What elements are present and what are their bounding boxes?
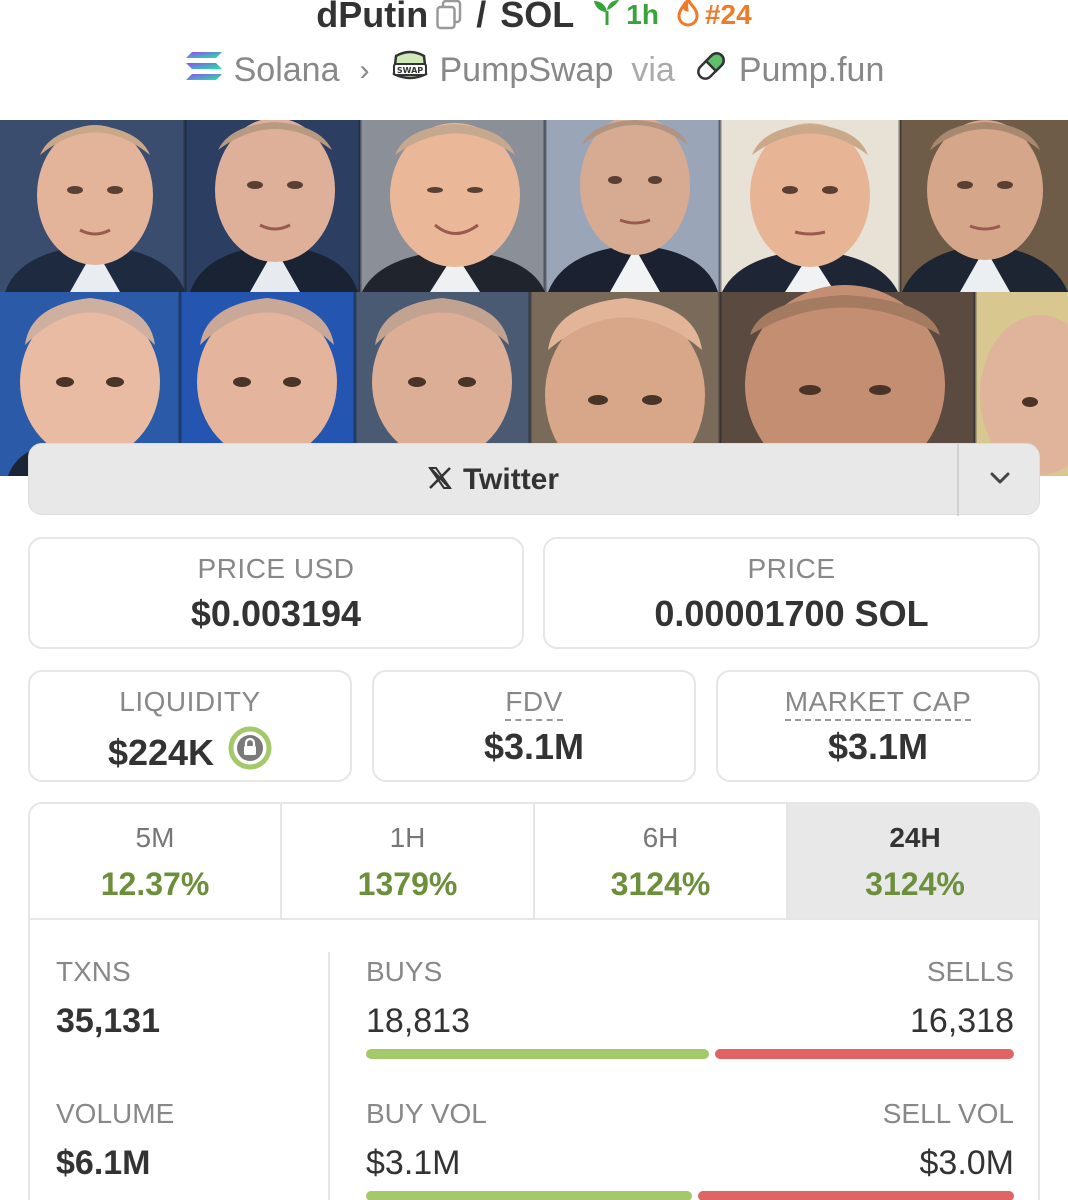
sells-value: 16,318	[910, 1002, 1014, 1040]
tab-24h[interactable]: 24H 3124%	[786, 804, 1038, 918]
price-native-label: PRICE	[747, 553, 836, 584]
copy-icon[interactable]	[436, 0, 462, 30]
market-cap-label: MARKET CAP	[784, 686, 972, 721]
twitter-button[interactable]: Twitter	[29, 444, 957, 516]
breadcrumb-dex[interactable]: PumpSwap	[440, 51, 614, 90]
tab-change: 3124%	[865, 866, 965, 902]
x-logo-icon	[427, 465, 453, 496]
tab-label: 6H	[642, 822, 679, 853]
fdv-label: FDV	[505, 686, 563, 721]
pair-title-row: dPutin / SOL 1h #24	[0, 0, 1068, 40]
buys-value: 18,813	[366, 1002, 470, 1040]
seedling-icon	[592, 0, 622, 33]
fire-icon	[675, 0, 701, 34]
divider	[328, 952, 330, 1200]
sells-label: SELLS	[926, 956, 1014, 987]
price-usd-label: PRICE USD	[197, 553, 355, 584]
chevron-right-icon: ›	[359, 53, 370, 87]
tab-change: 1379%	[357, 866, 458, 902]
pair-slash: /	[476, 0, 487, 35]
chevron-down-icon	[989, 471, 1011, 490]
pair-age-value: 1h	[626, 0, 659, 30]
sells-bar	[715, 1049, 1014, 1059]
portrait-collage	[0, 120, 1068, 476]
breadcrumb: Solana › SWAP PumpSwap via Pump.fun	[0, 48, 1068, 96]
txn-stats: TXNS 35,131 BUYS 18,813 SELLS 16,318 VOL…	[30, 922, 1038, 1200]
price-usd-card: PRICE USD $0.003194	[28, 537, 524, 649]
solana-icon	[184, 50, 224, 91]
tab-change: 12.37%	[100, 866, 210, 902]
txns-value: 35,131	[56, 1002, 160, 1040]
breadcrumb-via: via	[631, 51, 675, 89]
quote-symbol: SOL	[500, 0, 575, 35]
pill-icon	[693, 48, 729, 93]
trending-rank[interactable]: #24	[675, 0, 752, 34]
tab-1h[interactable]: 1H 1379%	[280, 804, 533, 918]
tab-change: 3124%	[610, 866, 711, 902]
liquidity-value-row: $224K	[30, 726, 350, 779]
more-socials-toggle[interactable]	[959, 444, 1041, 516]
timeframe-tabs: 5M 12.37% 1H 1379% 6H 3124% 24H 3124%	[30, 804, 1038, 920]
sell-vol-value: $3.0M	[919, 1144, 1015, 1182]
breadcrumb-launchpad[interactable]: Pump.fun	[739, 51, 885, 90]
tab-6h[interactable]: 6H 3124%	[533, 804, 786, 918]
price-usd-value: $0.003194	[190, 593, 362, 634]
token-name: dPutin	[316, 0, 429, 35]
market-cap-card[interactable]: MARKET CAP $3.1M	[716, 670, 1040, 782]
tab-label: 24H	[889, 822, 941, 853]
sell-vol-label: SELL VOL	[882, 1098, 1014, 1129]
market-cap-value: $3.1M	[827, 726, 929, 767]
liquidity-value: $224K	[107, 731, 215, 773]
tab-5m[interactable]: 5M 12.37%	[30, 804, 280, 918]
twitter-label: Twitter	[462, 463, 560, 496]
pair-stats-panel: 5M 12.37% 1H 1379% 6H 3124% 24H 3124% TX…	[28, 802, 1040, 1200]
lock-icon[interactable]	[228, 726, 272, 779]
liquidity-card: LIQUIDITY $224K	[28, 670, 352, 782]
pumpswap-icon: SWAP	[390, 48, 430, 93]
breadcrumb-chain[interactable]: Solana	[234, 51, 340, 90]
txns-label: TXNS	[56, 956, 131, 987]
price-native-value: 0.00001700 SOL	[654, 593, 929, 634]
buys-label: BUYS	[366, 956, 443, 987]
fdv-value: $3.1M	[483, 726, 585, 767]
buy-vol-value: $3.1M	[366, 1144, 461, 1182]
fdv-card[interactable]: FDV $3.1M	[372, 670, 696, 782]
tab-label: 5M	[135, 822, 175, 853]
sell-vol-bar	[698, 1191, 1014, 1200]
pair-age: 1h	[592, 0, 659, 33]
tab-label: 1H	[389, 822, 426, 853]
liquidity-label: LIQUIDITY	[119, 686, 261, 717]
buy-vol-bar	[366, 1191, 692, 1200]
volume-value: $6.1M	[56, 1144, 151, 1182]
volume-label: VOLUME	[56, 1098, 175, 1129]
buy-vol-label: BUY VOL	[366, 1098, 487, 1129]
buys-bar	[366, 1049, 709, 1059]
token-banner-image	[0, 120, 1068, 476]
trending-rank-value: #24	[704, 0, 752, 30]
social-link-group: Twitter	[28, 443, 1041, 516]
price-native-card: PRICE 0.00001700 SOL	[543, 537, 1040, 649]
svg-text:SWAP: SWAP	[396, 66, 422, 75]
